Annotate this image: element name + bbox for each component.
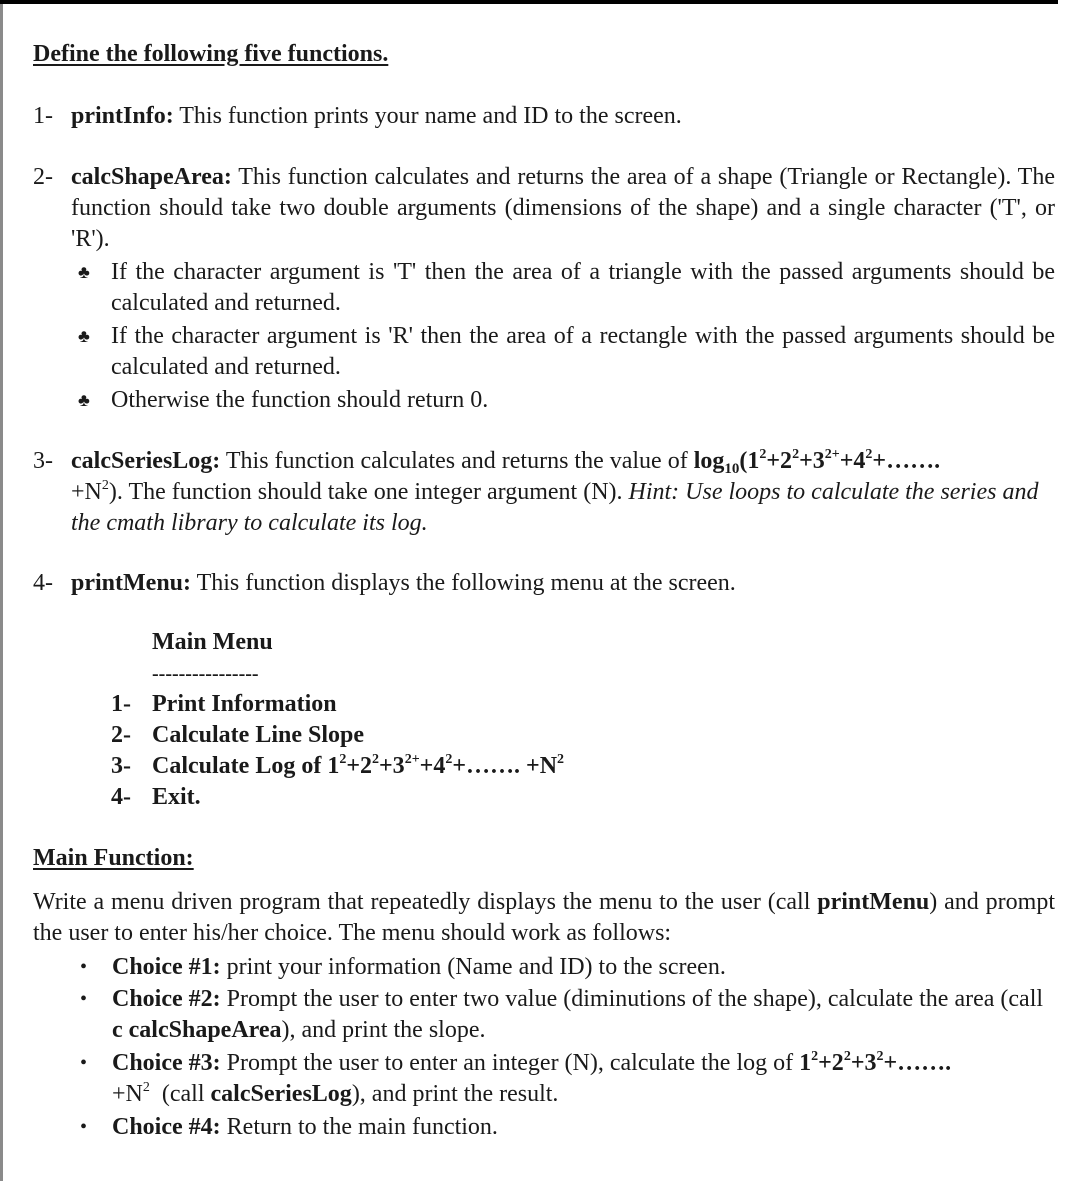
choice-text: ), and print the result. bbox=[351, 1081, 559, 1107]
formula-exp: 2 bbox=[792, 447, 800, 462]
choice-item: • Choice #3: Prompt the user to enter an… bbox=[80, 1048, 1055, 1112]
function-description: The function should take one integer arg… bbox=[122, 479, 629, 505]
choice-text: print your information (Name and ID) to … bbox=[220, 954, 726, 980]
bullet-icon: • bbox=[80, 956, 88, 978]
page-heading: Define the following five functions. bbox=[33, 41, 389, 67]
list-item: ♣ If the character argument is 'R' then … bbox=[78, 321, 1055, 385]
bullet-icon: • bbox=[80, 1116, 88, 1138]
choice-label: Choice #3: bbox=[112, 1050, 221, 1076]
formula-exp: 2 bbox=[101, 478, 109, 493]
choice-list: • Choice #1: print your information (Nam… bbox=[80, 952, 1055, 1143]
club-bullet-icon: ♣ bbox=[78, 262, 90, 282]
choice-label: Choice #1: bbox=[112, 954, 221, 980]
formula-term: +3 bbox=[379, 753, 405, 779]
menu-item: 3- Calculate Log of 12+22+32++42+……. +N2 bbox=[111, 751, 564, 782]
choice-item: • Choice #2: Prompt the user to enter tw… bbox=[80, 984, 1055, 1048]
menu-title: Main Menu bbox=[152, 629, 273, 655]
formula-term: +3 bbox=[799, 448, 825, 474]
formula-term: +2 bbox=[346, 753, 372, 779]
club-bullet-icon: ♣ bbox=[78, 390, 90, 410]
formula-exp: 2+ bbox=[824, 447, 840, 462]
main-function-description: Write a menu driven program that repeate… bbox=[33, 887, 1055, 949]
function-item-calcserieslog: 3- calcSeriesLog: This function calculat… bbox=[33, 446, 1055, 539]
formula-term: +3 bbox=[850, 1050, 877, 1076]
list-item-text: If the character argument is 'R' then th… bbox=[111, 323, 1055, 380]
paragraph-text: Write a menu driven program that repeate… bbox=[33, 889, 818, 915]
left-border bbox=[0, 4, 3, 1181]
formula-term: +4 bbox=[839, 448, 866, 474]
formula-term: +2 bbox=[766, 448, 793, 474]
formula-exp: 2 bbox=[843, 1049, 851, 1064]
list-item: ♣ Otherwise the function should return 0… bbox=[78, 385, 1055, 416]
menu-item-label: Calculate Line Slope bbox=[152, 722, 365, 748]
choice-item: • Choice #1: print your information (Nam… bbox=[80, 952, 1055, 984]
menu-item-label: Calculate Log of 1 bbox=[152, 753, 340, 779]
item-number: 1- bbox=[33, 103, 53, 129]
series-formula: log10(12+22+32++42+……. bbox=[693, 447, 941, 477]
function-name: calcShapeArea: bbox=[71, 164, 232, 190]
formula-log: log bbox=[693, 448, 725, 474]
function-reference: c calcShapeArea bbox=[112, 1017, 282, 1043]
list-item-text: Otherwise the function should return 0. bbox=[111, 387, 489, 413]
club-bullet-icon: ♣ bbox=[78, 326, 90, 346]
menu-item-number: 4- bbox=[111, 784, 131, 810]
function-item-printinfo: 1- printInfo: This function prints your … bbox=[33, 101, 1055, 132]
formula-term: 1 bbox=[799, 1050, 812, 1076]
formula-term: +……. bbox=[872, 448, 941, 474]
menu-item: 2- Calculate Line Slope bbox=[111, 720, 564, 751]
item-number: 2- bbox=[33, 164, 53, 190]
list-item: ♣ If the character argument is 'T' then … bbox=[78, 257, 1055, 321]
main-function-heading: Main Function: bbox=[33, 845, 194, 871]
formula-term: +N bbox=[71, 479, 102, 505]
choice-text: (call bbox=[149, 1081, 211, 1107]
choice-text: Prompt the user to enter an integer (N),… bbox=[220, 1050, 800, 1076]
function-name: printInfo: bbox=[71, 103, 174, 129]
choice-text: ), and print the slope. bbox=[281, 1017, 486, 1043]
menu-item-number: 3- bbox=[111, 753, 131, 779]
function-item-calcshapearea: 2- calcShapeArea: This function calculat… bbox=[33, 162, 1055, 255]
formula-base: 10 bbox=[724, 461, 740, 477]
bullet-icon: • bbox=[80, 1052, 88, 1074]
menu-item-label: Exit. bbox=[152, 784, 201, 810]
item-number: 3- bbox=[33, 448, 53, 474]
formula-term: (1 bbox=[739, 448, 760, 474]
function-name: printMenu: bbox=[71, 570, 191, 596]
menu-item-number: 2- bbox=[111, 722, 131, 748]
choice-text: Prompt the user to enter two value (dimi… bbox=[220, 986, 1044, 1012]
choice-text: Return to the main function. bbox=[220, 1114, 498, 1140]
formula-exp: 2 bbox=[142, 1080, 150, 1095]
menu-item: 4- Exit. bbox=[111, 782, 564, 813]
function-description: This function displays the following men… bbox=[191, 570, 736, 596]
choice-label: Choice #2: bbox=[112, 986, 221, 1012]
formula-term: +4 bbox=[419, 753, 446, 779]
bullet-icon: • bbox=[80, 988, 88, 1010]
menu-item-number: 1- bbox=[111, 691, 131, 717]
formula-term: +N bbox=[112, 1081, 143, 1107]
formula-term: +……. +N bbox=[452, 753, 558, 779]
choice-item: • Choice #4: Return to the main function… bbox=[80, 1112, 1055, 1143]
list-item-text: If the character argument is 'T' then th… bbox=[111, 259, 1055, 316]
function-name: calcSeriesLog: bbox=[71, 448, 221, 474]
formula-exp: 2 bbox=[557, 752, 565, 767]
formula-term: +……. bbox=[883, 1050, 952, 1076]
choice-label: Choice #4: bbox=[112, 1114, 221, 1140]
formula-exp: 2 bbox=[876, 1049, 884, 1064]
menu-item-label: Print Information bbox=[152, 691, 337, 717]
function-reference: printMenu bbox=[817, 889, 930, 915]
formula-term: +2 bbox=[818, 1050, 844, 1076]
top-border bbox=[0, 0, 1058, 4]
formula-exp: 2+ bbox=[404, 752, 420, 767]
formula-term: ). bbox=[108, 479, 123, 505]
function-description: This function calculates and returns the… bbox=[220, 448, 694, 474]
series-formula: 12+22+32+……. bbox=[799, 1049, 952, 1077]
menu-item: 1- Print Information bbox=[111, 689, 564, 720]
function-reference: calcSeriesLog bbox=[210, 1081, 352, 1107]
function-item-printmenu: 4- printMenu: This function displays the… bbox=[33, 568, 1055, 599]
formula-exp: 2 bbox=[372, 752, 379, 767]
item-number: 4- bbox=[33, 570, 53, 596]
condition-list: ♣ If the character argument is 'T' then … bbox=[78, 257, 1055, 416]
menu-divider: ---------------- bbox=[152, 663, 259, 685]
main-menu-sample: Main Menu ---------------- 1- Print Infor… bbox=[111, 627, 564, 813]
function-description: This function prints your name and ID to… bbox=[173, 103, 682, 129]
